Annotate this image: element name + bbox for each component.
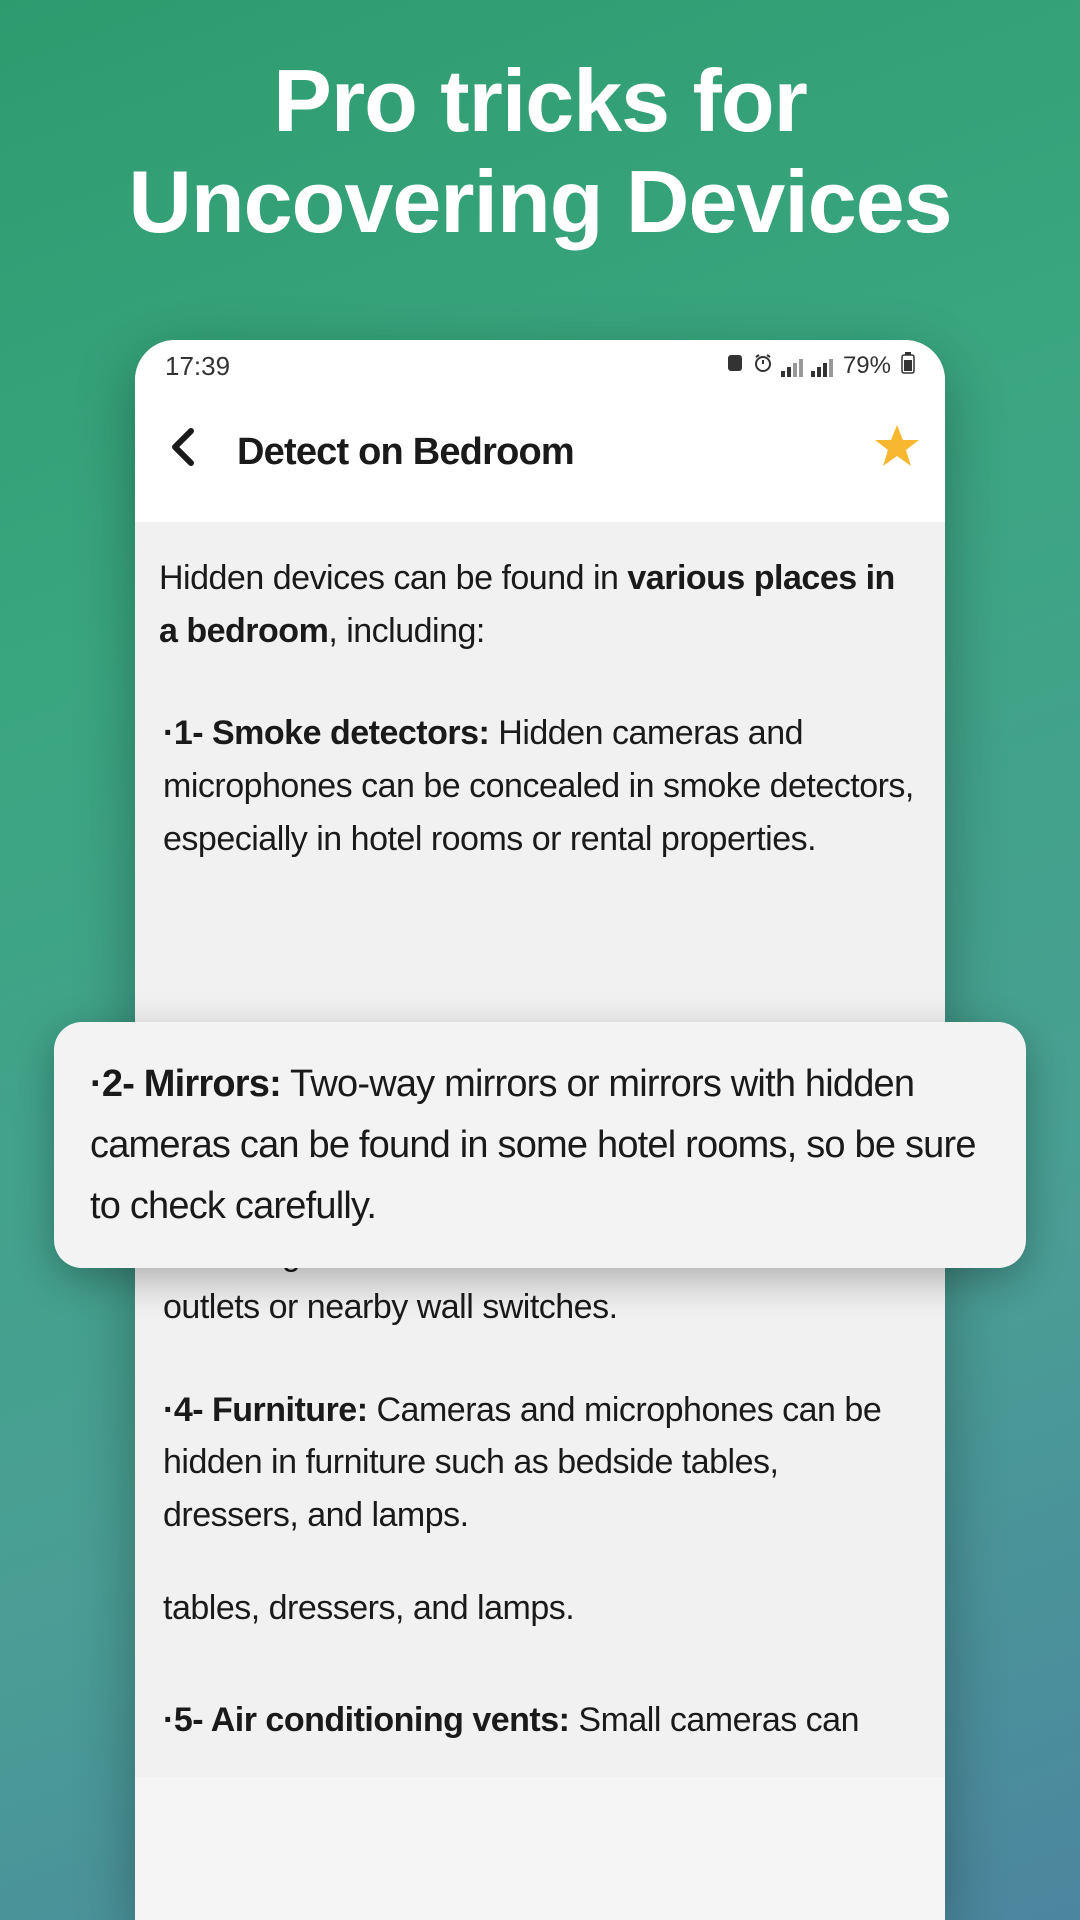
promo-line-1: Pro tricks for: [273, 51, 807, 150]
back-button[interactable]: [159, 427, 207, 478]
list-item: ·5- Air conditioning vents: Small camera…: [159, 1694, 921, 1747]
repeated-fragment: tables, dressers, and lamps.: [159, 1582, 921, 1635]
battery-percent: 79%: [843, 352, 891, 380]
notification-icon: [725, 352, 745, 380]
page-title: Detect on Bedroom: [237, 431, 843, 474]
item-label: ·4- Furniture:: [163, 1391, 368, 1429]
item-text: Small cameras can: [569, 1701, 859, 1739]
item-label: ·5- Air conditioning vents:: [163, 1701, 569, 1739]
intro-prefix: Hidden devices can be found in: [159, 559, 627, 597]
alarm-icon: [753, 352, 773, 380]
battery-icon: [901, 352, 915, 381]
intro-paragraph: Hidden devices can be found in various p…: [159, 552, 921, 657]
signal-icon: [781, 356, 803, 376]
status-right: 79%: [725, 352, 915, 381]
promo-line-2: Uncovering Devices: [128, 152, 951, 251]
promo-headline: Pro tricks for Uncovering Devices: [0, 0, 1080, 252]
status-bar: 17:39 79%: [135, 340, 945, 392]
callout-label: ·2- Mirrors:: [90, 1063, 281, 1105]
status-time: 17:39: [165, 351, 230, 382]
app-header: Detect on Bedroom: [135, 392, 945, 522]
intro-suffix: , including:: [328, 612, 485, 650]
highlighted-tip-callout: ·2- Mirrors: Two-way mirrors or mirrors …: [54, 1022, 1026, 1268]
status-icons: [725, 352, 833, 380]
item-label: ·1- Smoke detectors:: [163, 714, 489, 752]
list-item: ·1- Smoke detectors: Hidden cameras and …: [159, 707, 921, 865]
favorite-button[interactable]: [873, 422, 921, 482]
signal-icon: [811, 356, 833, 376]
list-item: ·4- Furniture: Cameras and microphones c…: [159, 1384, 921, 1542]
